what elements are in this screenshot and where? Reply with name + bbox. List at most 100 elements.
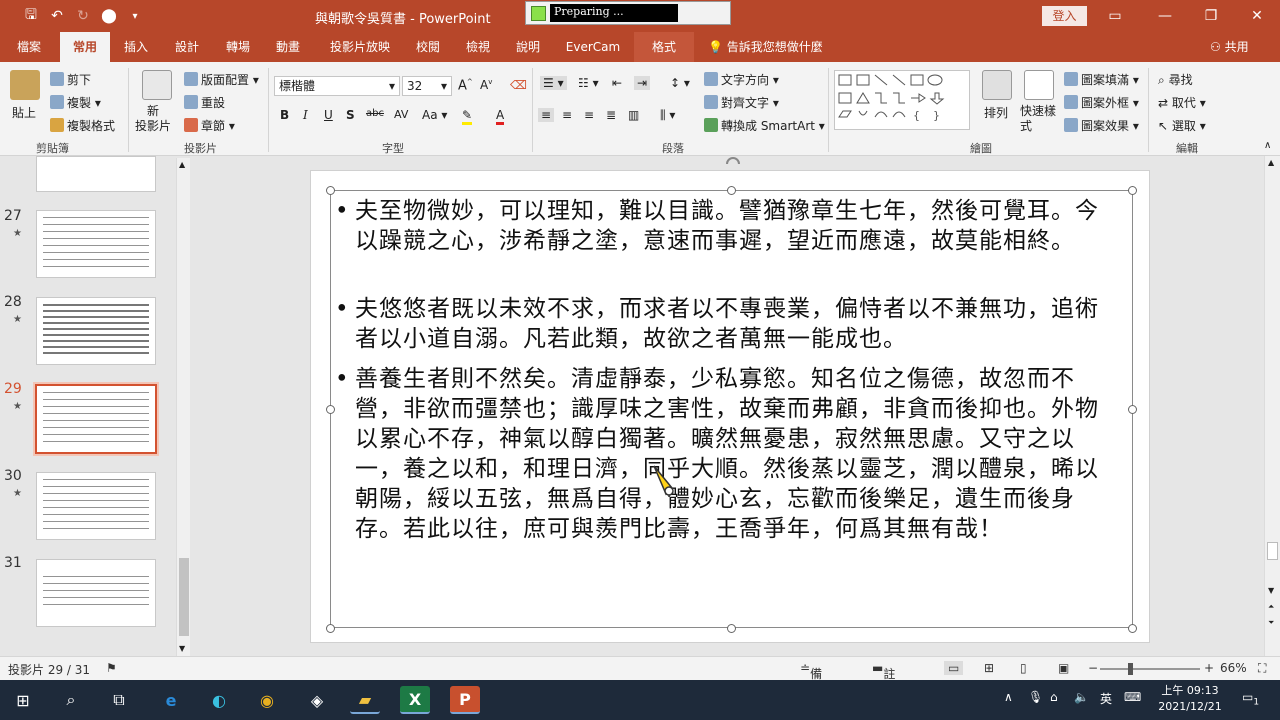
undo-icon[interactable]: ↶	[44, 6, 70, 26]
thumbnail-scrollbar[interactable]: ▲ ▼	[176, 158, 190, 656]
resize-handle[interactable]	[727, 624, 736, 633]
tab-slideshow[interactable]: 投影片放映	[320, 32, 400, 62]
strikethrough-icon[interactable]: abc	[366, 108, 384, 119]
zoom-in-icon[interactable]: +	[1204, 661, 1214, 675]
slide-scrollbar[interactable]: ▲ ▼ ⏶ ⏷	[1264, 156, 1280, 656]
quick-styles-button[interactable]: 快速樣式	[1020, 104, 1058, 134]
reading-view-icon[interactable]: ▯	[1020, 661, 1027, 675]
slide-thumbnail[interactable]	[36, 559, 156, 627]
fit-slide-icon[interactable]: ⛶	[1258, 661, 1266, 676]
resize-handle[interactable]	[727, 186, 736, 195]
find-button[interactable]: ⌕ 尋找	[1158, 71, 1193, 88]
resize-handle[interactable]	[1128, 405, 1137, 414]
powerpoint-icon[interactable]: P	[450, 686, 480, 714]
layout-button[interactable]: 版面配置 ▾	[184, 71, 259, 88]
resize-handle[interactable]	[1128, 624, 1137, 633]
close-icon[interactable]: ✕	[1234, 0, 1280, 32]
scrollbar-thumb[interactable]	[1267, 542, 1278, 560]
reset-button[interactable]: 重設	[184, 94, 225, 111]
decrease-indent-icon[interactable]: ⇤	[612, 76, 622, 90]
zoom-level[interactable]: 66%	[1220, 661, 1247, 675]
ime-indicator[interactable]: 英	[1100, 690, 1112, 707]
slide-thumbnail[interactable]	[36, 210, 156, 278]
new-slide-icon[interactable]	[142, 70, 172, 100]
slide-sorter-icon[interactable]: ⊞	[984, 661, 994, 675]
increase-indent-icon[interactable]: ⇥	[634, 76, 651, 90]
resize-handle[interactable]	[326, 624, 335, 633]
change-case-icon[interactable]: Aa ▾	[422, 108, 447, 122]
ribbon-display-icon[interactable]: ▭	[1092, 0, 1138, 32]
paste-button[interactable]: 貼上	[12, 104, 36, 121]
resize-handle[interactable]	[326, 405, 335, 414]
tab-file[interactable]: 檔案	[6, 32, 52, 62]
font-name-field[interactable]: 標楷體 ▾	[274, 76, 400, 96]
resize-handle[interactable]	[1128, 186, 1137, 195]
line-spacing-icon[interactable]: ↕ ▾	[670, 76, 690, 90]
slide-thumbnail[interactable]	[36, 472, 156, 540]
italic-icon[interactable]: I	[303, 108, 308, 122]
slide-thumbnail[interactable]	[36, 297, 156, 365]
next-slide-icon[interactable]: ⏷	[1268, 618, 1274, 628]
tab-format[interactable]: 格式	[634, 32, 694, 62]
customize-qat-icon[interactable]: ▾	[122, 6, 148, 26]
scroll-up-icon[interactable]: ▲	[179, 160, 185, 169]
tab-animations[interactable]: 動畫	[266, 32, 310, 62]
comments-button[interactable]: ▬ 註解	[872, 661, 895, 698]
underline-icon[interactable]: U	[324, 108, 333, 122]
zoom-out-icon[interactable]: −	[1088, 661, 1098, 675]
replace-button[interactable]: ⇄ 取代 ▾	[1158, 94, 1206, 111]
arrange-icon[interactable]	[982, 70, 1012, 100]
network-icon[interactable]: ⌂	[1050, 690, 1058, 704]
tab-home[interactable]: 常用	[60, 32, 110, 62]
internet-explorer-icon[interactable]: e	[156, 686, 186, 714]
chrome-icon[interactable]: ◉	[252, 686, 282, 714]
character-spacing-icon[interactable]: AV	[394, 108, 408, 121]
shape-outline-button[interactable]: 圖案外框 ▾	[1064, 94, 1139, 111]
smartart-button[interactable]: 轉換成 SmartArt ▾	[704, 117, 825, 134]
tab-view[interactable]: 檢視	[456, 32, 500, 62]
columns-icon[interactable]: ⫼ ▾	[660, 108, 675, 123]
bullets-icon[interactable]: ☰ ▾	[540, 76, 567, 90]
shapes-gallery[interactable]: { }	[834, 70, 970, 130]
grow-font-icon[interactable]: A^	[458, 78, 473, 93]
input-mode-icon[interactable]: ⌨	[1124, 690, 1141, 704]
tab-transitions[interactable]: 轉場	[216, 32, 260, 62]
accessibility-icon[interactable]: ⚑	[106, 661, 117, 675]
tab-insert[interactable]: 插入	[114, 32, 158, 62]
normal-view-icon[interactable]: ▭	[944, 661, 964, 675]
align-left-icon[interactable]: ≡	[538, 108, 555, 122]
rotate-handle-icon[interactable]	[722, 150, 744, 172]
numbering-icon[interactable]: ☷ ▾	[578, 76, 599, 90]
tell-me-search[interactable]: 💡 告訴我您想做什麼	[708, 32, 823, 62]
search-icon[interactable]: ⌕	[56, 686, 86, 714]
align-text-button[interactable]: 對齊文字 ▾	[704, 94, 779, 111]
tab-help[interactable]: 說明	[506, 32, 550, 62]
align-center-icon[interactable]: ≡	[562, 108, 572, 122]
scrollbar-thumb[interactable]	[179, 558, 189, 636]
arrange-button[interactable]: 排列	[984, 104, 1008, 121]
bullet-paragraph[interactable]: • 善養生者則不然矣。清虛靜泰，少私寡慾。知名位之傷德，故忽而不營，非欲而彊禁也…	[335, 364, 1115, 544]
restore-icon[interactable]: ❐	[1188, 0, 1234, 32]
slide-thumbnail-selected[interactable]	[33, 382, 159, 456]
justify-icon[interactable]: ≣	[606, 108, 616, 122]
notification-center-icon[interactable]: ▭1	[1242, 690, 1259, 707]
share-button[interactable]: ⚇ 共用	[1210, 32, 1249, 62]
zoom-slider[interactable]	[1100, 668, 1200, 670]
app-icon[interactable]: ◈	[302, 686, 332, 714]
resize-handle[interactable]	[326, 186, 335, 195]
task-view-icon[interactable]: ⧉	[104, 686, 134, 714]
text-direction-button[interactable]: 文字方向 ▾	[704, 71, 779, 88]
collapse-ribbon-icon[interactable]: ∧	[1264, 140, 1271, 151]
section-button[interactable]: 章節 ▾	[184, 117, 235, 134]
record-icon[interactable]: ⬤	[96, 6, 122, 26]
bullet-paragraph[interactable]: • 夫悠悠者既以未效不求，而求者以不專喪業，偏恃者以不兼無功，追術者以小道自溺。…	[335, 294, 1115, 354]
bullet-paragraph[interactable]: • 夫至物微妙，可以理知，難以目識。譬猶豫章生七年，然後可覺耳。今以躁競之心，涉…	[335, 196, 1115, 256]
select-button[interactable]: ↖ 選取 ▾	[1158, 117, 1206, 134]
scroll-down-icon[interactable]: ▼	[179, 644, 185, 653]
scroll-up-icon[interactable]: ▲	[1268, 158, 1274, 167]
copy-button[interactable]: 複製 ▾	[50, 94, 101, 111]
new-slide-button[interactable]: 新 投影片	[135, 104, 171, 134]
distributed-icon[interactable]: ▥	[628, 108, 639, 122]
edge-icon[interactable]: ◐	[204, 686, 234, 714]
minimize-icon[interactable]: —	[1142, 0, 1188, 32]
